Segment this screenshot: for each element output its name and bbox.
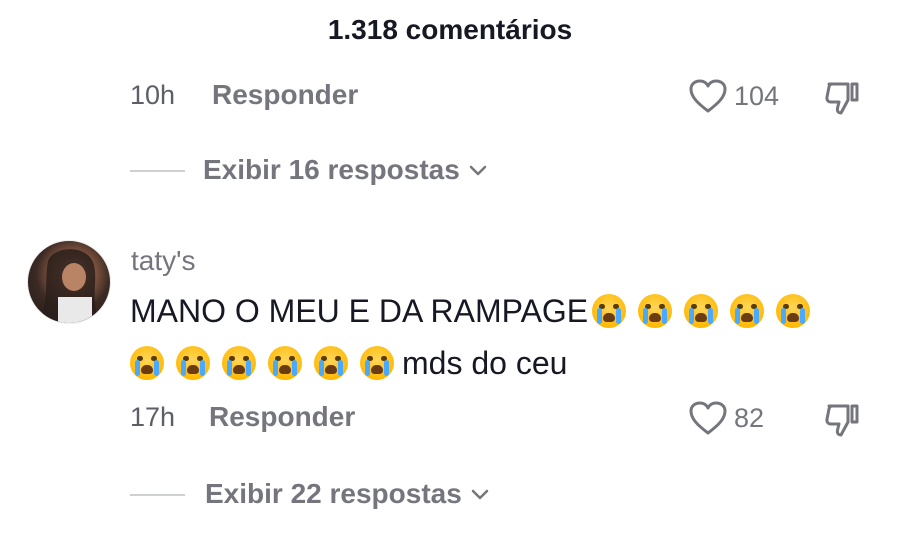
crying-emoji-icon [684,294,719,328]
dislike-button[interactable] [822,402,862,443]
reply-button[interactable]: Responder [212,79,358,111]
avatar[interactable] [27,240,111,324]
crying-emoji-icon [268,346,302,380]
chevron-down-icon [471,489,489,500]
like-button[interactable]: 82 [688,400,764,436]
comment-text-part: MANO O MEU E DA RAMPAGE [130,293,589,329]
crying-emoji-icon [360,346,394,380]
crying-emoji-icon [776,294,811,328]
crying-emoji-icon [730,294,765,328]
like-button[interactable]: 104 [688,78,779,114]
heart-icon [689,79,727,113]
comment-line-2: mds do ceu [130,337,870,389]
crying-emoji-icon [638,294,673,328]
divider-line [130,170,185,172]
crying-emoji-icon [314,346,348,380]
view-replies-button[interactable]: Exibir 22 respostas [130,478,490,510]
thumbs-down-icon [825,404,859,437]
heart-icon [689,401,727,435]
comment-time: 10h [130,80,176,110]
view-replies-button[interactable]: Exibir 16 respostas [130,154,488,186]
crying-emoji-icon [592,294,627,328]
like-count: 82 [734,402,765,433]
comment-time: 17h [130,402,176,432]
comments-count-title: 1.318 comentários [327,14,573,45]
comment-username[interactable]: taty's [131,245,195,277]
divider-line [130,494,185,496]
view-replies-label: Exibir 16 respostas [203,154,460,185]
chevron-down-icon [469,165,487,176]
avatar-portrait [38,249,100,323]
comment-text-part: mds do ceu [402,345,568,381]
dislike-button[interactable] [822,80,862,121]
view-replies-label: Exibir 22 respostas [205,478,462,509]
thumbs-down-icon [825,82,859,115]
crying-emoji-icon [222,346,256,380]
reply-button[interactable]: Responder [209,401,355,433]
comment-text: MANO O MEU E DA RAMPAGE mds do ceu [130,285,870,389]
crying-emoji-icon [176,346,210,380]
like-count: 104 [734,80,780,111]
comment-line-1: MANO O MEU E DA RAMPAGE [130,285,870,337]
crying-emoji-icon [130,346,164,380]
